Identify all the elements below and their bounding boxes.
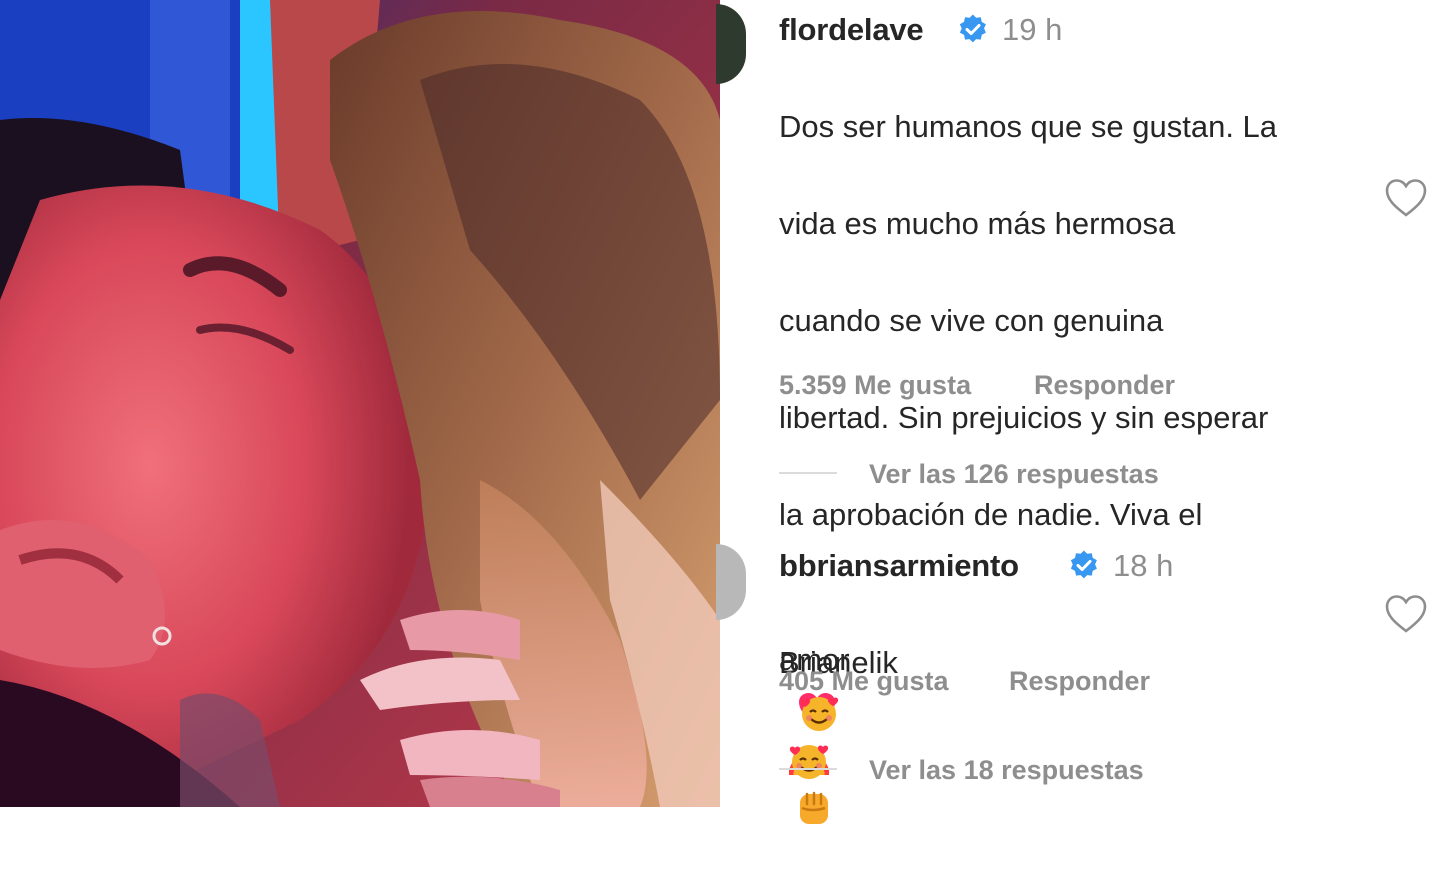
reply-button[interactable]: Responder — [1034, 370, 1175, 401]
like-count[interactable]: 5.359 Me gusta — [779, 370, 971, 401]
like-heart-icon[interactable] — [1384, 594, 1428, 634]
verified-badge-icon — [1070, 550, 1097, 579]
photo-art — [0, 0, 720, 807]
verified-badge-icon — [959, 14, 986, 43]
comments-panel: flordelave 19 h Dos ser humanos que se g… — [716, 0, 1440, 825]
comment-line: Dos ser humanos que se gustan. La — [779, 108, 1278, 144]
comment-time: 19 h — [1002, 12, 1063, 47]
comment-username[interactable]: flordelave — [779, 12, 924, 48]
like-count[interactable]: 405 Me gusta — [779, 666, 949, 697]
smiling-face-with-hearts-emoji-icon — [789, 745, 829, 780]
raised-fist-emoji-icon — [800, 792, 828, 825]
smiling-face-with-hearts-emoji-icon — [799, 696, 839, 731]
view-replies-link[interactable]: Ver las 126 respuestas — [869, 459, 1159, 490]
comment-time: 18 h — [1113, 548, 1174, 583]
comment-line: cuando se vive con genuina — [779, 302, 1164, 338]
like-heart-icon[interactable] — [1384, 178, 1428, 218]
avatar[interactable] — [716, 4, 746, 84]
replies-divider — [779, 472, 837, 474]
comment-username[interactable]: bbriansarmiento — [779, 548, 1019, 584]
replies-divider — [779, 768, 837, 770]
reply-button[interactable]: Responder — [1009, 666, 1150, 697]
view-replies-link[interactable]: Ver las 18 respuestas — [869, 755, 1144, 786]
comment-line: la aprobación de nadie. Viva el — [779, 496, 1203, 532]
post-photo — [0, 0, 720, 807]
avatar[interactable] — [716, 544, 746, 620]
comment-line: vida es mucho más hermosa — [779, 205, 1176, 241]
